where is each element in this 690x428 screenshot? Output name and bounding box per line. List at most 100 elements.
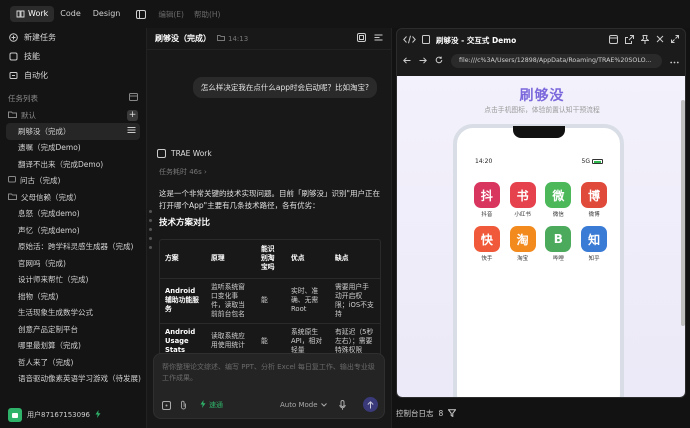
task-item[interactable]: 遗嘱（完成Demo) bbox=[0, 140, 146, 157]
webview: 刷够没 点击手机图标，体验前置认知干预流程 14:20 5G 抖抖音书小红书微微… bbox=[397, 76, 685, 397]
table-header: 优点 bbox=[286, 240, 330, 279]
filter-icon[interactable] bbox=[447, 408, 457, 419]
skills-nav[interactable]: 技能 bbox=[0, 47, 146, 66]
mode-select-label: Auto Mode bbox=[280, 401, 318, 409]
task-item-selected[interactable]: 刷够没（完成） bbox=[6, 123, 140, 140]
scroll-dots[interactable] bbox=[149, 210, 152, 249]
task-item[interactable]: 声忆（完成demo) bbox=[0, 222, 146, 239]
app-label: 小红书 bbox=[514, 212, 531, 218]
mode-work-tab[interactable]: Work bbox=[10, 6, 55, 22]
task-duration[interactable]: 任务耗时 46s › bbox=[159, 167, 207, 177]
add-task-button[interactable]: + bbox=[127, 109, 138, 121]
paperclip-icon[interactable] bbox=[180, 399, 187, 411]
battery-icon bbox=[592, 159, 603, 164]
folder-icon bbox=[8, 111, 17, 120]
back-icon[interactable] bbox=[403, 56, 411, 66]
task-item[interactable]: 生活现象生成数学公式 bbox=[0, 305, 146, 322]
menu-help[interactable]: 帮助(H) bbox=[194, 9, 221, 20]
folder-label: 父母信赖（完成） bbox=[21, 192, 81, 202]
reload-icon[interactable] bbox=[435, 56, 443, 66]
new-task-label: 新建任务 bbox=[24, 33, 56, 42]
menu-edit[interactable]: 编辑(E) bbox=[158, 9, 184, 20]
chat-time: 14:13 bbox=[217, 34, 249, 43]
app-icon-item[interactable]: 博微博 bbox=[576, 182, 612, 218]
app-icon-item[interactable]: 书小红书 bbox=[505, 182, 541, 218]
send-button[interactable] bbox=[363, 397, 378, 412]
microphone-icon[interactable] bbox=[339, 399, 346, 411]
chat-time-text: 14:13 bbox=[228, 34, 249, 43]
url-input[interactable]: file:///c%3A/Users/12898/AppData/Roaming… bbox=[451, 54, 662, 68]
app-label: 快手 bbox=[481, 256, 493, 262]
app-icon-item[interactable]: 淘淘宝 bbox=[505, 226, 541, 262]
task-item[interactable]: 语音驱动像素英语学习游戏（待发展) bbox=[0, 371, 146, 388]
app-glyph: 快 bbox=[473, 226, 500, 252]
mode-select[interactable]: Auto Mode bbox=[280, 399, 327, 411]
table-header: 方案 bbox=[160, 240, 206, 279]
panel-layout-icon[interactable] bbox=[357, 33, 366, 44]
chat-input-box[interactable]: 帮你整理论文综述、编写 PPT、分析 Excel 每日复工作、输出专业级工作成果… bbox=[153, 353, 385, 419]
task-item[interactable]: 哲人来了（完成) bbox=[0, 354, 146, 371]
mode-design-tab[interactable]: Design bbox=[87, 6, 127, 22]
app-icon-item[interactable]: B 哔哩 bbox=[541, 226, 577, 262]
bolt-icon bbox=[95, 410, 101, 420]
default-group-label: 默认 bbox=[21, 110, 36, 120]
task-label: 翻译不出来（完成Demo) bbox=[18, 159, 104, 169]
url-bar: file:///c%3A/Users/12898/AppData/Roaming… bbox=[397, 51, 685, 71]
table-header-row: 方案 原理 能识别淘宝吗 优点 缺点 bbox=[160, 240, 380, 279]
more-icon[interactable] bbox=[670, 57, 679, 66]
list-settings-icon[interactable] bbox=[127, 126, 136, 136]
task-label: 官网吗（完成) bbox=[18, 258, 66, 268]
user-bar[interactable]: 用户87167153096 bbox=[0, 402, 146, 428]
tasklist-layout-icon[interactable] bbox=[129, 93, 138, 103]
console-bar[interactable]: 控制台日志 8 bbox=[396, 408, 457, 419]
task-item[interactable]: 设计师来帮忙（完成) bbox=[0, 272, 146, 289]
app-icon-item[interactable]: 微微信 bbox=[541, 182, 577, 218]
app-icon-item[interactable]: 抖抖音 bbox=[469, 182, 505, 218]
new-task-nav[interactable]: 新建任务 bbox=[0, 28, 146, 47]
split-view-icon[interactable] bbox=[374, 33, 383, 44]
table-cell: 能 bbox=[256, 278, 286, 324]
folder-icon bbox=[217, 34, 225, 43]
task-item[interactable]: 拙物（完成) bbox=[0, 288, 146, 305]
task-item[interactable]: 哪里最划算（完成) bbox=[0, 338, 146, 355]
page-subtitle: 点击手机图标，体验前置认知干预流程 bbox=[484, 106, 600, 114]
task-label: 哲人来了（完成) bbox=[18, 357, 74, 367]
attach-context-icon[interactable] bbox=[162, 399, 171, 411]
phone-status-bar: 14:20 5G bbox=[475, 158, 603, 165]
app-icon-item[interactable]: 知知乎 bbox=[576, 226, 612, 262]
quick-mode-toggle[interactable]: 速通 bbox=[200, 399, 223, 411]
task-label: 声忆（完成demo) bbox=[18, 225, 80, 235]
forward-icon[interactable] bbox=[419, 56, 427, 66]
automation-nav[interactable]: 自动化 bbox=[0, 66, 146, 85]
sidebar-toggle-icon[interactable] bbox=[134, 7, 148, 21]
chat-input-placeholder[interactable]: 帮你整理论文综述、编写 PPT、分析 Excel 每日复工作、输出专业级工作成果… bbox=[162, 362, 376, 384]
task-label: 语音驱动像素英语学习游戏（待发展) bbox=[18, 374, 141, 384]
app-icon-item[interactable]: 快快手 bbox=[469, 226, 505, 262]
task-item[interactable]: 翻译不出来（完成Demo) bbox=[0, 156, 146, 173]
task-item[interactable]: 原始活：跨学科灵感生成器（完成) bbox=[0, 239, 146, 256]
pin-icon[interactable] bbox=[640, 34, 650, 46]
chat-icon bbox=[8, 175, 16, 186]
task-item[interactable]: 创意产品定制平台 bbox=[0, 321, 146, 338]
task-item[interactable]: 息怒（完成demo) bbox=[0, 206, 146, 223]
browser-icon[interactable] bbox=[609, 34, 618, 46]
table-cell: Android 辅助功能服务 bbox=[160, 278, 206, 324]
mode-work-label: Work bbox=[28, 9, 49, 18]
task-duration-text: 任务耗时 46s bbox=[159, 168, 202, 176]
task-label: 息怒（完成demo) bbox=[18, 209, 80, 219]
close-icon[interactable] bbox=[656, 35, 664, 45]
agent-name: TRAE Work bbox=[171, 149, 212, 158]
preview-title: 刷够没 - 交互式 Demo bbox=[436, 35, 517, 45]
task-item[interactable]: 官网吗（完成) bbox=[0, 255, 146, 272]
answer-text: 这是一个非常关键的技术实现问题。目前「刷够没」识别"用户正在打开哪个App"主要… bbox=[159, 189, 380, 210]
preview-scrollbar[interactable] bbox=[681, 100, 685, 326]
default-group[interactable]: 默认 + bbox=[0, 107, 146, 123]
task-item[interactable]: 问古（完成) bbox=[0, 173, 146, 190]
expand-icon[interactable] bbox=[671, 35, 679, 45]
mode-code-tab[interactable]: Code bbox=[54, 6, 86, 22]
task-folder[interactable]: 父母信赖（完成） bbox=[0, 189, 146, 206]
code-toggle-icon[interactable] bbox=[403, 35, 416, 46]
mode-design-label: Design bbox=[92, 9, 121, 18]
automation-label: 自动化 bbox=[24, 71, 48, 80]
open-external-icon[interactable] bbox=[625, 34, 634, 46]
